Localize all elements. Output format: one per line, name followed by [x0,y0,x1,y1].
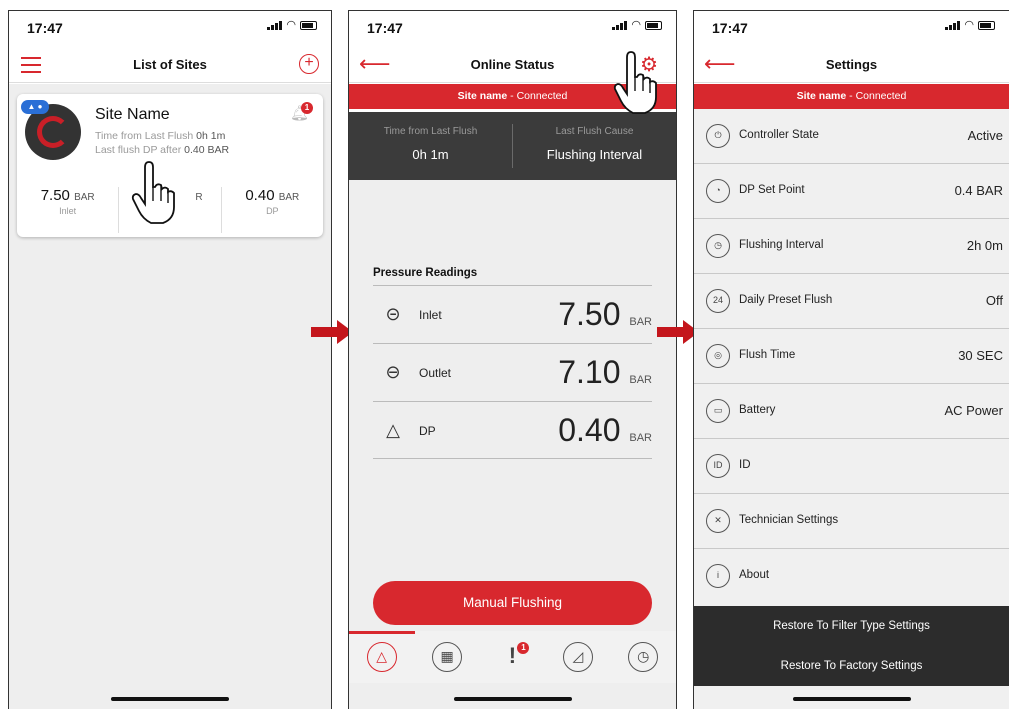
time-from-last-flush: Time from Last Flush 0h 1m [95,130,226,142]
restore-factory-button[interactable]: Restore To Factory Settings [694,646,1009,686]
battery-icon: ▭ [706,399,730,423]
signal-icon [945,21,961,30]
settings-list: ⏻ Controller State Active ◔ DP Set Point 0.4… [694,109,1009,709]
connection-banner: Site name - Connected [694,84,1009,109]
inlet-icon: ⊝ [385,304,401,324]
home-indicator [453,697,572,701]
wifi-icon: ◠ [631,19,641,31]
outlet-icon: ⊖ [385,362,401,382]
pointer-hand-icon [131,161,175,224]
add-site-button[interactable]: + [299,54,319,74]
gauge-icon: ◔ [706,179,730,203]
setting-technician[interactable]: ✕ Technician Settings [694,494,1009,549]
list-of-sites-screen: 17:47 ◠ List of Sites + ▲ ● Site Name Ti… [8,10,332,709]
status-bar: 17:47 ◠ [349,11,676,41]
online-status-screen: 17:47 ◠ ⟵ Online Status ⚙ Site name - Co… [348,10,677,709]
home-indicator [792,697,911,701]
signal-icon [267,21,283,30]
tab-status-icon[interactable]: △ [366,642,397,672]
timer-icon: ◎ [706,344,730,368]
connection-pill-icon: ▲ ● [21,100,49,114]
status-bar: 17:47 ◠ [694,11,1009,41]
last-flush-dp: Last flush DP after 0.40 BAR [95,144,230,156]
clock-icon: ◷ [706,234,730,258]
manual-flushing-button[interactable]: Manual Flushing [373,581,652,625]
status-bar: 17:47 ◠ [9,11,331,41]
power-icon: ⏻ [706,124,730,148]
reading-outlet: ⊖ Outlet 7.10 BAR [373,343,652,401]
active-tab-indicator [349,631,415,634]
info-icon: i [706,564,730,588]
tools-icon: ✕ [706,509,730,533]
setting-flushing-interval[interactable]: ◷ Flushing Interval 2h 0m [694,219,1009,274]
tab-bar: △ ▦ ! 1 ◿ ◷ [349,631,676,683]
id-icon: ID [706,454,730,478]
setting-controller-state[interactable]: ⏻ Controller State Active [694,109,1009,164]
reading-inlet: ⊝ Inlet 7.50 BAR [373,285,652,343]
setting-dp-set-point[interactable]: ◔ DP Set Point 0.4 BAR [694,164,1009,219]
signal-icon [612,21,628,30]
last-flush-cause: Last Flush Cause Flushing Interval [512,124,676,168]
notification-badge: 1 [301,102,313,114]
status-icons: ◠ [612,19,662,31]
nav-bar: ⟵ Settings [694,47,1009,83]
status-icons: ◠ [267,19,317,31]
status-icons: ◠ [945,19,995,31]
wifi-icon: ◠ [286,19,296,31]
wifi-icon: ◠ [964,19,974,31]
nav-bar: List of Sites + [9,47,331,83]
site-name: Site Name [95,106,170,123]
battery-icon [978,21,995,30]
battery-icon [300,21,317,30]
flow-arrow-icon [311,320,353,344]
battery-icon [645,21,662,30]
page-title: Settings [825,57,878,72]
reading-dp: △ DP 0.40 BAR [373,401,652,459]
setting-about[interactable]: i About [694,549,1009,604]
restore-filter-button[interactable]: Restore To Filter Type Settings [694,606,1009,646]
24h-icon: 24 [706,289,730,313]
delta-icon: △ [386,420,400,440]
setting-battery[interactable]: ▭ Battery AC Power [694,384,1009,439]
status-time: 17:47 [712,20,748,36]
setting-flush-time[interactable]: ◎ Flush Time 30 SEC [694,329,1009,384]
tab-alerts-icon[interactable]: ! 1 [497,642,530,672]
settings-screen: 17:47 ◠ ⟵ Settings Site name - Connected… [693,10,1009,709]
pressure-readings-title: Pressure Readings [373,267,478,279]
stat-inlet: 7.50 BAR Inlet [17,187,120,233]
status-time: 17:47 [367,20,403,36]
tab-charts-icon[interactable]: ◿ [562,642,593,672]
home-indicator [111,697,229,701]
pointer-hand-icon [613,51,657,114]
time-from-last-flush: Time from Last Flush 0h 1m [383,126,478,162]
page-title: List of Sites [133,57,207,72]
setting-daily-preset-flush[interactable]: 24 Daily Preset Flush Off [694,274,1009,329]
last-flush-panel: Time from Last Flush 0h 1m Last Flush Ca… [349,112,676,180]
tab-grid-icon[interactable]: ▦ [432,642,463,672]
status-time: 17:47 [27,20,63,36]
tab-history-icon[interactable]: ◷ [628,642,659,672]
setting-id[interactable]: ID ID [694,439,1009,494]
stat-dp: 0.40 BAR DP [245,187,300,216]
alerts-badge: 1 [517,642,530,654]
